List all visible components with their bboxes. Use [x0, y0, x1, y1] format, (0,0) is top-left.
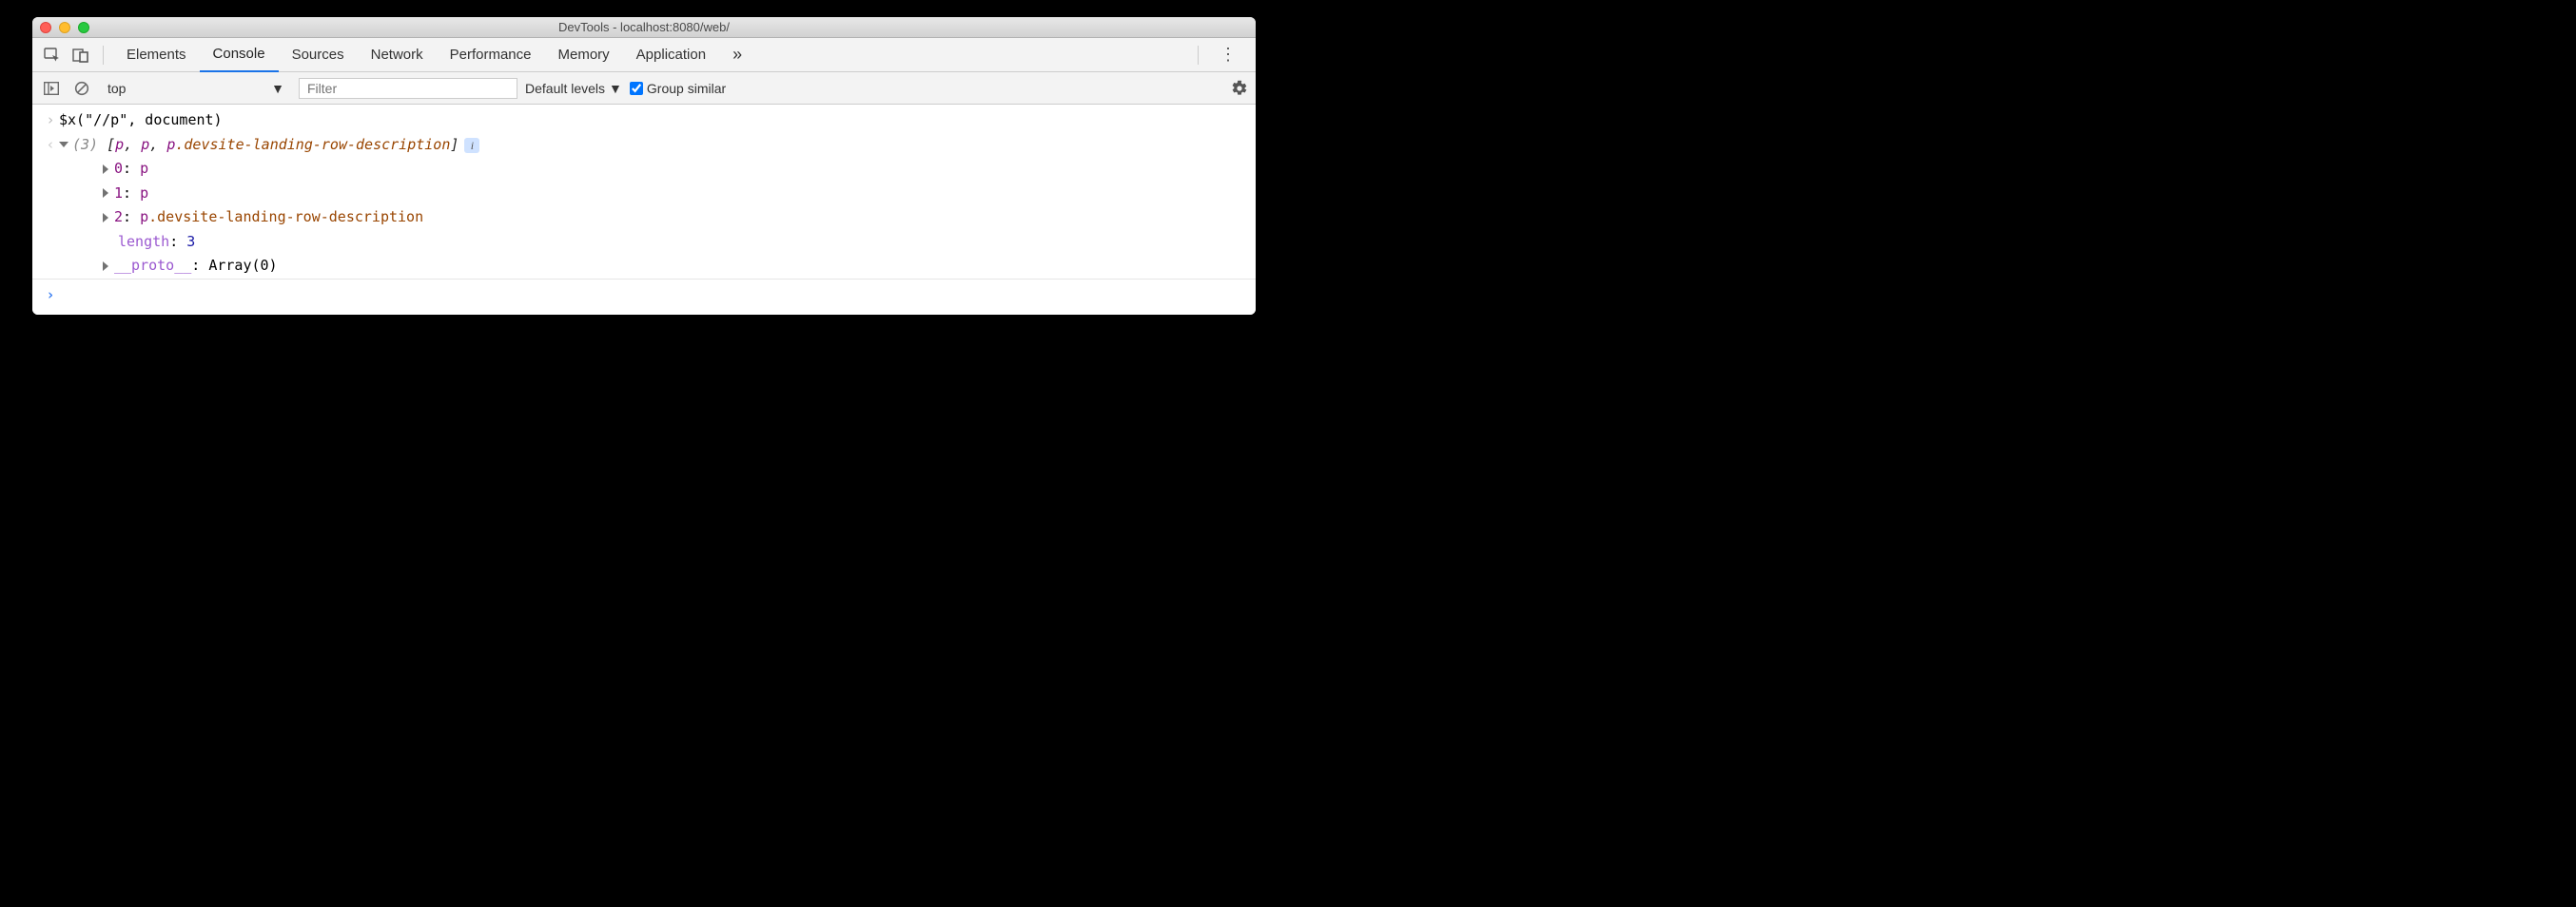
tab-network[interactable]: Network	[358, 38, 437, 72]
proto-value: Array(0)	[208, 257, 277, 274]
prompt-marker-icon	[42, 283, 59, 308]
toggle-sidebar-icon[interactable]	[40, 77, 63, 100]
console-output: $x("//p", document) (3) [p, p, p.devsite…	[32, 105, 1256, 315]
expand-caret-icon[interactable]	[103, 261, 108, 271]
array-entry-row[interactable]: 0: p	[32, 157, 1256, 182]
prompt-input[interactable]	[59, 283, 1246, 308]
log-levels-label: Default levels	[525, 81, 605, 96]
element-class: .devsite-landing-row-description	[148, 208, 423, 225]
element-class: .devsite-landing-row-description	[175, 136, 450, 153]
tab-sources[interactable]: Sources	[279, 38, 358, 72]
tab-console[interactable]: Console	[200, 38, 279, 72]
array-entry-row[interactable]: 2: p.devsite-landing-row-description	[32, 205, 1256, 230]
tab-application[interactable]: Application	[623, 38, 719, 72]
element-tag[interactable]: p	[140, 160, 148, 177]
info-icon[interactable]: i	[464, 138, 479, 153]
console-settings-icon[interactable]	[1231, 80, 1248, 97]
length-key: length	[118, 233, 169, 250]
expand-caret-icon[interactable]	[59, 142, 68, 147]
console-input-echo: $x("//p", document)	[32, 108, 1256, 133]
array-index: 2	[114, 208, 123, 225]
console-toolbar: top ▼ Default levels ▼ Group similar	[32, 72, 1256, 105]
context-selector-value: top	[107, 81, 126, 96]
more-options-icon[interactable]: ⋮	[1208, 45, 1248, 65]
proto-row[interactable]: __proto__: Array(0)	[32, 254, 1256, 279]
output-marker-icon	[42, 133, 59, 158]
array-index: 0	[114, 160, 123, 177]
separator	[1198, 46, 1199, 65]
window-title: DevTools - localhost:8080/web/	[32, 20, 1256, 34]
element-tag[interactable]: p	[140, 184, 148, 202]
dropdown-caret-icon: ▼	[271, 81, 284, 96]
input-marker-icon	[42, 108, 59, 133]
element-tag[interactable]: p	[115, 136, 124, 153]
tabs-overflow-button[interactable]: »	[723, 45, 751, 65]
tab-performance[interactable]: Performance	[437, 38, 545, 72]
expand-caret-icon[interactable]	[103, 188, 108, 198]
filter-input[interactable]	[299, 78, 517, 99]
group-similar-toggle[interactable]: Group similar	[630, 81, 726, 96]
log-levels-selector[interactable]: Default levels ▼	[525, 81, 622, 96]
input-expression[interactable]: $x("//p", document)	[59, 108, 1246, 133]
dropdown-caret-icon: ▼	[609, 81, 622, 96]
element-tag[interactable]: p	[140, 208, 148, 225]
titlebar: DevTools - localhost:8080/web/	[32, 17, 1256, 38]
clear-console-icon[interactable]	[70, 77, 93, 100]
main-tabbar: ElementsConsoleSourcesNetworkPerformance…	[32, 38, 1256, 72]
length-row: length: 3	[32, 230, 1256, 255]
tab-memory[interactable]: Memory	[545, 38, 623, 72]
expand-caret-icon[interactable]	[103, 213, 108, 222]
separator	[103, 46, 104, 65]
proto-key: __proto__	[114, 257, 191, 274]
element-tag[interactable]: p	[141, 136, 149, 153]
console-result-row: (3) [p, p, p.devsite-landing-row-descrip…	[32, 133, 1256, 158]
devtools-window: DevTools - localhost:8080/web/ ElementsC…	[32, 17, 1256, 315]
length-value: 3	[186, 233, 195, 250]
array-entry-row[interactable]: 1: p	[32, 182, 1256, 206]
array-length-summary: (3)	[72, 136, 98, 153]
group-similar-checkbox[interactable]	[630, 82, 643, 95]
group-similar-label: Group similar	[647, 81, 726, 96]
expand-caret-icon[interactable]	[103, 164, 108, 174]
device-toolbar-icon[interactable]	[68, 43, 93, 68]
context-selector[interactable]: top ▼	[101, 80, 291, 97]
result-summary[interactable]: (3) [p, p, p.devsite-landing-row-descrip…	[59, 133, 1246, 158]
tab-elements[interactable]: Elements	[113, 38, 200, 72]
console-prompt[interactable]	[32, 279, 1256, 316]
array-index: 1	[114, 184, 123, 202]
inspect-element-icon[interactable]	[40, 43, 65, 68]
